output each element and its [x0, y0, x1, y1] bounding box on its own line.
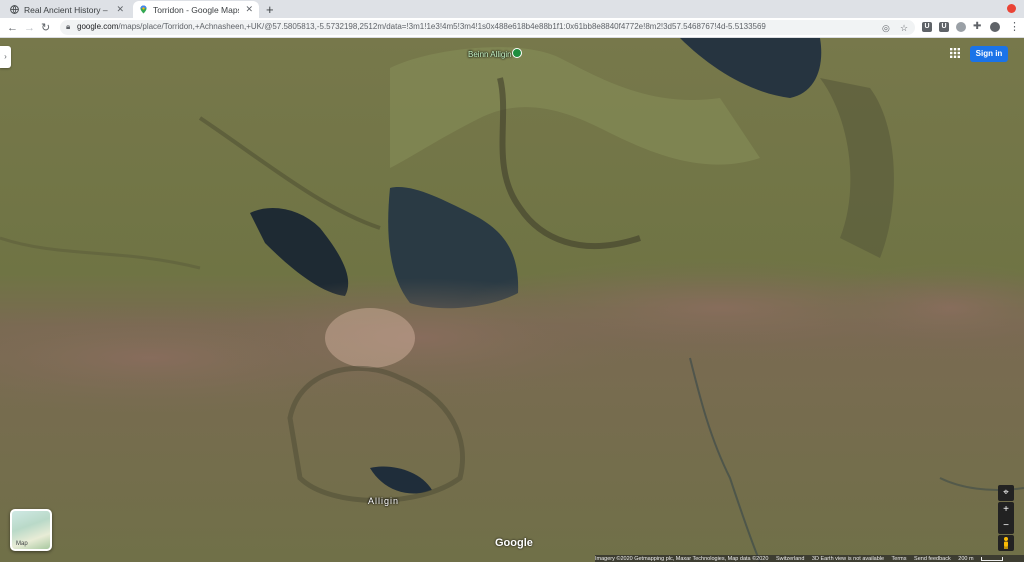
extension-u2-icon[interactable]: U — [939, 22, 949, 32]
layer-label: Map — [16, 541, 28, 547]
maps-pin-icon — [140, 5, 147, 14]
url-host: google.com — [77, 22, 119, 31]
place-label[interactable]: Alligin — [368, 496, 399, 506]
country-link[interactable]: Switzerland — [776, 556, 804, 562]
map-footer: Imagery ©2020 Getmapping plc, Maxar Tech… — [595, 555, 1024, 562]
scale-label[interactable]: 200 m — [958, 556, 973, 562]
close-icon[interactable]: ✕ — [116, 4, 124, 15]
url-path: /maps/place/Torridon,+Achnasheen,+UK/@57… — [118, 22, 766, 31]
extensions-puzzle-icon[interactable]: ✚ — [973, 19, 981, 35]
url-text[interactable]: google.com/maps/place/Torridon,+Achnashe… — [77, 22, 766, 31]
new-tab-button[interactable]: + — [266, 2, 274, 17]
terms-link[interactable]: Terms — [892, 556, 907, 562]
extension-globe-icon[interactable] — [956, 22, 966, 32]
scale-bar — [981, 556, 1004, 561]
lock-icon: 🔒︎ — [66, 22, 71, 31]
satellite-imagery — [0, 38, 1024, 562]
layer-switcher[interactable]: Map — [10, 509, 52, 551]
recording-indicator-icon — [1007, 4, 1016, 13]
back-icon[interactable]: ← — [7, 20, 18, 36]
earth-view-note: 3D Earth view is not available — [811, 556, 885, 562]
map-canvas[interactable]: › Sign in Beinn Alligin Alligin Map ⌖ + … — [0, 38, 1024, 562]
zoom-in-button[interactable]: + — [998, 502, 1014, 518]
menu-kebab-icon[interactable]: ⋮ — [1009, 19, 1020, 35]
google-logo: Google — [495, 537, 533, 549]
globe-icon — [10, 5, 19, 14]
imagery-attribution: Imagery ©2020 Getmapping plc, Maxar Tech… — [595, 556, 769, 562]
tab-google-maps[interactable]: Torridon - Google Maps ✕ — [133, 1, 259, 18]
forward-icon[interactable]: → — [24, 20, 35, 36]
browser-toolbar: ← → ↻ 🔒︎ google.com/maps/place/Torridon,… — [0, 18, 1024, 38]
pegman-icon[interactable] — [998, 535, 1014, 551]
poi-label[interactable]: Beinn Alligin — [468, 50, 512, 59]
side-panel-toggle[interactable]: › — [0, 46, 11, 68]
address-bar[interactable]: 🔒︎ google.com/maps/place/Torridon,+Achna… — [60, 20, 915, 35]
apps-grid-icon[interactable] — [950, 48, 960, 58]
zoom-out-button[interactable]: − — [998, 518, 1014, 534]
location-icon[interactable]: ◎ — [882, 20, 890, 36]
close-icon[interactable]: ✕ — [245, 4, 253, 15]
my-location-button[interactable]: ⌖ — [998, 485, 1014, 501]
mountain-pin-icon[interactable] — [512, 48, 522, 58]
tab-real-ancient-history[interactable]: Real Ancient History – Ex ✕ — [4, 1, 130, 18]
reload-icon[interactable]: ↻ — [41, 20, 50, 36]
bookmark-star-icon[interactable]: ☆ — [900, 20, 908, 36]
tab-title: Real Ancient History – Ex — [24, 4, 111, 15]
send-feedback-link[interactable]: Send feedback — [914, 556, 951, 562]
tab-title: Torridon - Google Maps — [153, 4, 240, 15]
extension-u-icon[interactable]: U — [922, 22, 932, 32]
profile-avatar-icon[interactable] — [990, 22, 1000, 32]
tab-strip: Real Ancient History – Ex ✕ Torridon - G… — [0, 0, 1024, 18]
sign-in-button[interactable]: Sign in — [970, 46, 1008, 62]
